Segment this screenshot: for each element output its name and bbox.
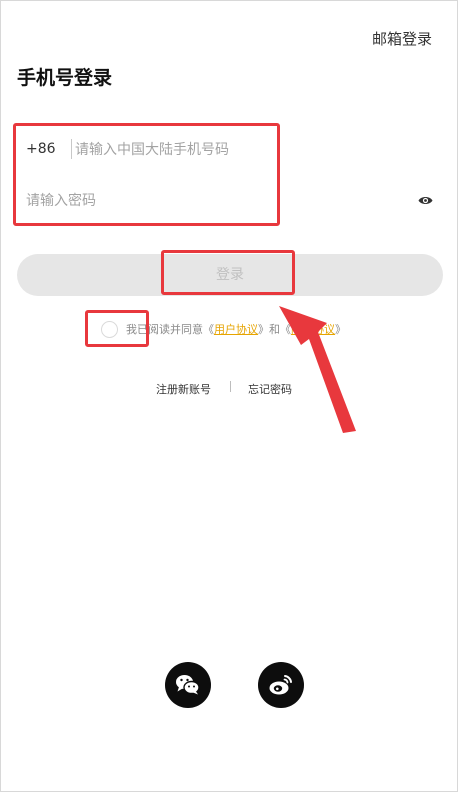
phone-row: +86 [17, 133, 443, 167]
phone-input[interactable] [75, 137, 415, 163]
forgot-password-link[interactable]: 忘记密码 [248, 381, 292, 397]
password-input[interactable] [26, 188, 386, 214]
user-agreement-link[interactable]: 用户协议 [214, 321, 258, 337]
agreement-conjunction: 和 [269, 323, 280, 336]
weibo-login-button[interactable] [258, 662, 304, 708]
register-link[interactable]: 注册新账号 [156, 381, 211, 397]
wechat-login-button[interactable] [165, 662, 211, 708]
login-button[interactable]: 登录 [17, 254, 443, 296]
agreement-close-quote: 》 [258, 323, 269, 336]
wechat-icon [176, 675, 200, 695]
privacy-open-quote: 《 [280, 323, 291, 336]
eye-icon[interactable] [418, 195, 433, 206]
password-row [17, 185, 443, 217]
country-code-divider [71, 139, 72, 159]
email-login-link[interactable]: 邮箱登录 [372, 28, 432, 49]
account-links: 注册新账号 忘记密码 [1, 379, 458, 397]
page-title: 手机号登录 [17, 67, 113, 89]
links-divider [230, 381, 231, 392]
agreement-row: 我已阅读并同意 《 用户协议 》 和 《 隐私协议 》 [101, 319, 346, 339]
privacy-policy-link[interactable]: 隐私协议 [291, 321, 335, 337]
country-code-selector[interactable]: +86 [26, 141, 56, 157]
agreement-checkbox[interactable] [101, 320, 118, 338]
agreement-open-quote: 《 [203, 323, 214, 336]
login-page: 邮箱登录 手机号登录 +86 登录 我已阅读并同意 《 用户协议 》 和 《 隐… [0, 0, 458, 792]
agreement-prefix: 我已阅读并同意 [126, 323, 203, 336]
privacy-close-quote: 》 [335, 323, 346, 336]
weibo-icon [269, 675, 292, 695]
